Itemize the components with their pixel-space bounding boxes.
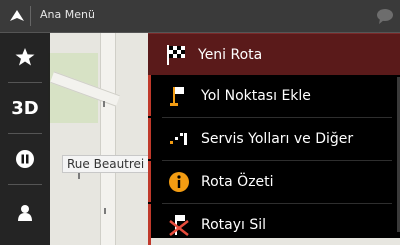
pause-icon xyxy=(16,150,34,168)
menu-item-label: Yol Noktası Ekle xyxy=(201,87,311,104)
favorites-button[interactable] xyxy=(0,37,50,77)
left-sidebar: 3D xyxy=(0,33,50,245)
view-mode-label: 3D xyxy=(11,97,39,119)
menu-item-label: Rota Özeti xyxy=(201,173,274,190)
top-bar: Ana Menü xyxy=(0,0,400,33)
street-name-label: Rue Beautrei xyxy=(62,155,150,173)
route-menu: Yeni Rota Yol Noktası Ekle Servis Yollar… xyxy=(148,33,400,245)
divider xyxy=(8,184,42,185)
navigation-arrow-icon[interactable] xyxy=(8,7,26,25)
user-icon xyxy=(18,205,32,221)
menu-item-route-summary[interactable]: Rota Özeti xyxy=(148,161,400,202)
menu-item-label: Rotayı Sil xyxy=(201,216,267,233)
map-marker xyxy=(78,173,80,179)
divider xyxy=(8,133,42,134)
menu-item-delete-route[interactable]: Rotayı Sil xyxy=(148,204,400,245)
checkered-flag-icon xyxy=(167,44,185,65)
menu-item-detours[interactable]: Servis Yolları ve Diğer xyxy=(148,118,400,159)
divider xyxy=(30,6,31,26)
waypoint-flag-icon xyxy=(170,86,184,106)
speech-bubble-icon xyxy=(377,9,393,24)
view-mode-button[interactable]: 3D xyxy=(0,88,50,128)
road xyxy=(100,33,116,245)
info-icon xyxy=(169,171,189,192)
menu-item-label: Servis Yolları ve Diğer xyxy=(201,130,354,147)
map-marker xyxy=(104,208,106,214)
menu-item-label: Yeni Rota xyxy=(198,46,263,63)
pause-button[interactable] xyxy=(0,139,50,179)
detour-route-icon xyxy=(170,132,187,145)
map-marker xyxy=(103,101,105,107)
menu-item-new-route[interactable]: Yeni Rota xyxy=(148,33,400,75)
divider xyxy=(8,82,42,83)
user-button[interactable] xyxy=(0,193,50,233)
star-icon xyxy=(15,48,35,66)
page-title: Ana Menü xyxy=(40,8,95,21)
delete-route-icon xyxy=(169,214,189,236)
menu-item-add-waypoint[interactable]: Yol Noktası Ekle xyxy=(148,75,400,116)
